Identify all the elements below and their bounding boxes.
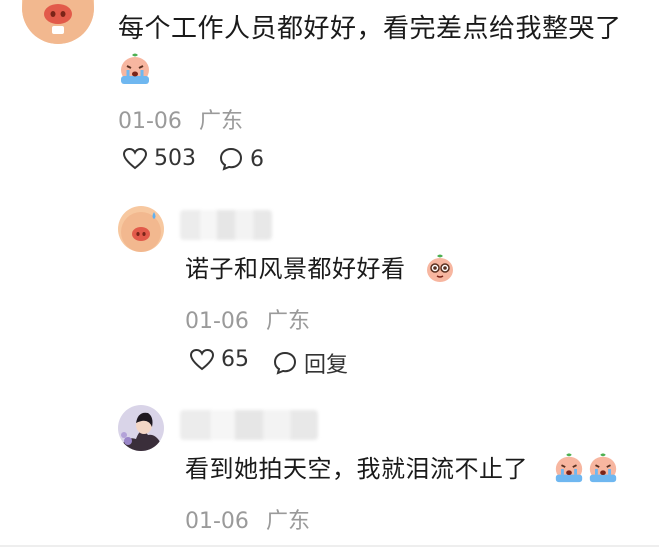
speech-bubble-icon [219,147,243,171]
speech-bubble-icon [273,351,297,375]
reply-reply-button[interactable]: 回复 [272,347,348,379]
reply-date: 01-06 [185,509,249,534]
commenter-avatar[interactable] [22,0,94,44]
reply-reply-label: 回复 [304,353,349,378]
reply-date: 01-06 [185,309,249,334]
bottom-divider [0,545,659,547]
reply-username-blurred[interactable] [180,410,318,440]
crying-face-emoji [118,52,152,86]
reply-text: 诺子和风景都好好看 [185,255,406,283]
like-count: 503 [154,146,196,171]
comment-reply-button[interactable]: 6 [218,146,264,172]
comment-meta: 01-06 广东 [118,103,243,135]
like-button[interactable]: 503 [122,146,196,171]
heart-outline-icon [122,147,148,169]
reply-text: 看到她拍天空，我就泪流不止了 [185,455,528,483]
reply-meta: 01-06 广东 [185,503,310,535]
reply-avatar[interactable] [118,206,164,252]
heart-outline-icon [189,348,215,370]
reply-avatar[interactable] [118,405,164,451]
reply-meta: 01-06 广东 [185,303,310,335]
reply-location: 广东 [265,309,310,334]
reply-like-count: 65 [221,347,249,372]
reply-location: 广东 [265,509,310,534]
crying-face-emoji [587,452,619,484]
reply-count: 6 [250,146,264,172]
reply-like-button[interactable]: 65 [189,347,249,372]
comment-date: 01-06 [118,109,182,134]
comment-text: 每个工作人员都好好，看完差点给我整哭了 [118,14,622,44]
teary-eyed-face-emoji [424,252,456,284]
comment-location: 广东 [198,109,243,134]
crying-face-emoji [553,452,585,484]
reply-username-blurred[interactable] [180,210,272,240]
